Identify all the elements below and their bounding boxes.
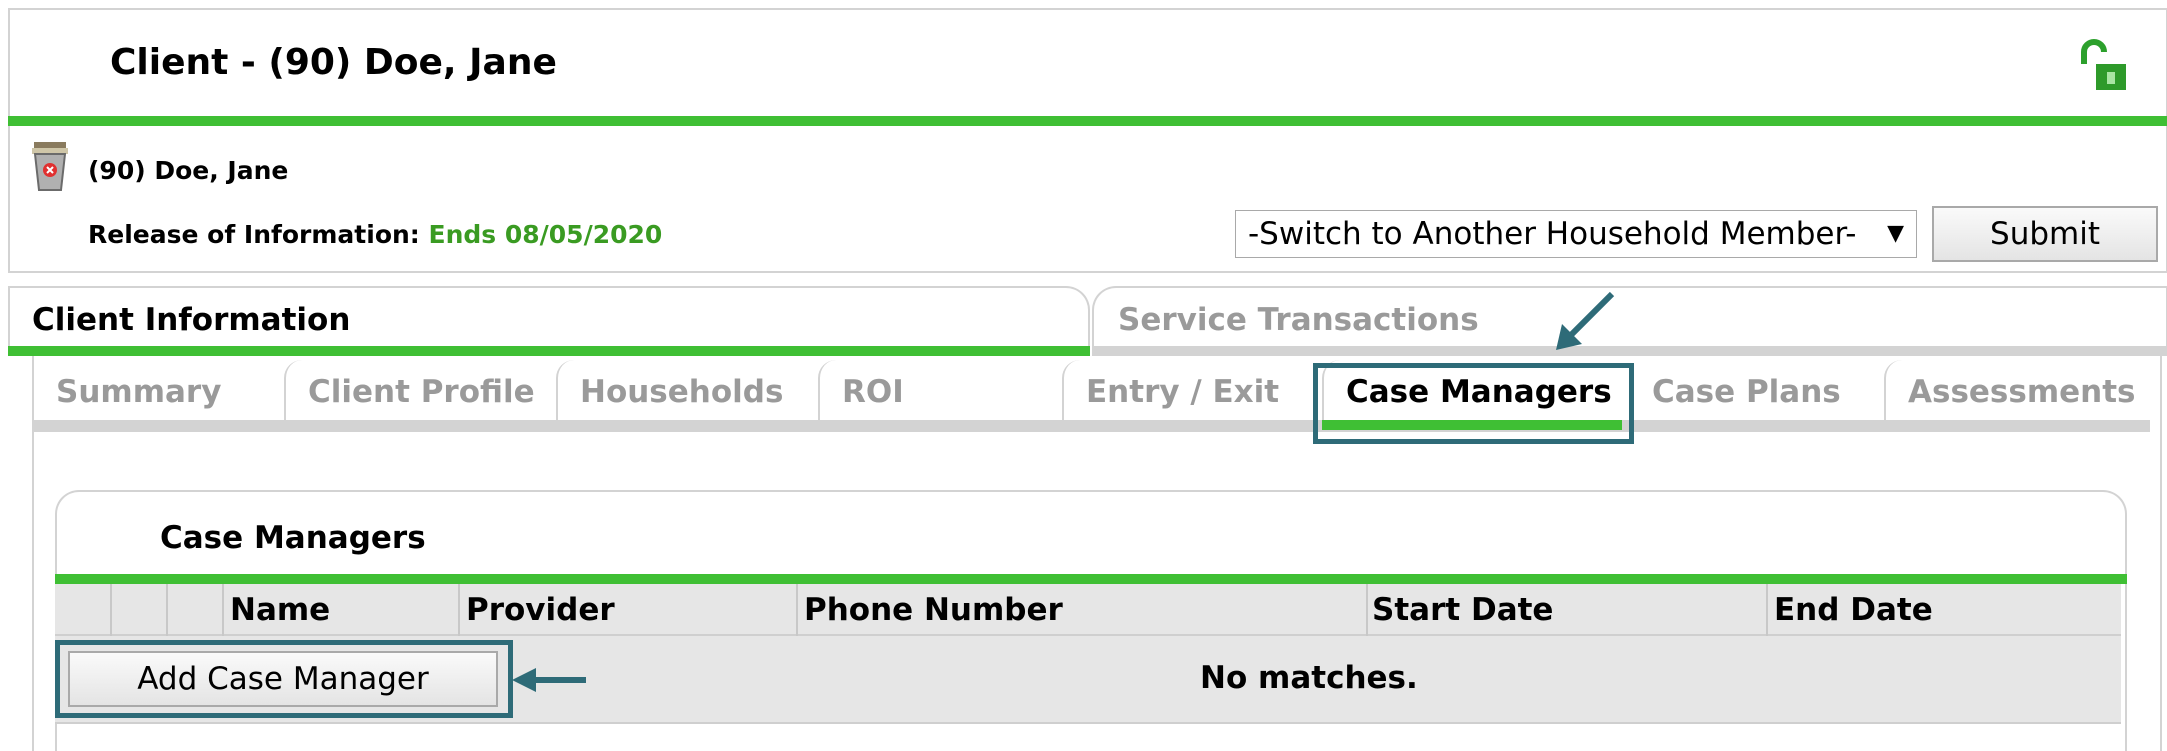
- panel-accent-line: [55, 574, 2127, 584]
- add-case-manager-button[interactable]: Add Case Manager: [68, 651, 498, 707]
- column-separator: [458, 584, 460, 636]
- column-separator: [222, 584, 224, 636]
- page-title: Client - (90) Doe, Jane: [110, 42, 557, 83]
- subtab-entry-exit[interactable]: Entry / Exit: [1062, 360, 1322, 430]
- roi-info: Release of Information: Ends 08/05/2020: [88, 220, 662, 249]
- pointer-arrow-icon: [512, 668, 586, 692]
- column-header-name[interactable]: Name: [230, 592, 330, 628]
- column-header-start-date[interactable]: Start Date: [1372, 592, 1553, 628]
- header-accent-line: [8, 116, 2167, 126]
- trash-can-icon[interactable]: [28, 138, 72, 194]
- subtab-roi[interactable]: ROI: [818, 360, 1058, 430]
- roi-value: Ends 08/05/2020: [428, 220, 663, 249]
- tab-service-transactions-label: Service Transactions: [1118, 302, 1479, 338]
- column-separator: [1366, 584, 1368, 636]
- column-separator: [110, 584, 112, 636]
- pointer-arrow-icon: [1556, 291, 1615, 350]
- case-managers-tab-highlight: [1313, 363, 1634, 444]
- column-separator: [796, 584, 798, 636]
- case-managers-title: Case Managers: [160, 520, 426, 556]
- subtab-case-plans[interactable]: Case Plans: [1630, 360, 1882, 430]
- column-separator: [166, 584, 168, 636]
- household-select-value: -Switch to Another Household Member-: [1248, 216, 1857, 252]
- tab-client-information-label: Client Information: [32, 302, 351, 338]
- subtab-summary[interactable]: Summary: [34, 360, 284, 430]
- subtab-client-profile[interactable]: Client Profile: [284, 360, 554, 430]
- client-name: (90) Doe, Jane: [88, 156, 289, 185]
- submit-button[interactable]: Submit: [1932, 206, 2158, 262]
- subtab-assessments[interactable]: Assessments: [1884, 360, 2152, 430]
- dropdown-arrow-icon: ▼: [1887, 221, 1904, 246]
- active-tab-underline: [8, 346, 1090, 356]
- subtab-households[interactable]: Households: [556, 360, 816, 430]
- column-header-end-date[interactable]: End Date: [1774, 592, 1933, 628]
- column-separator: [1766, 584, 1768, 636]
- column-header-phone-number[interactable]: Phone Number: [804, 592, 1063, 628]
- unlocked-padlock-icon[interactable]: [2076, 38, 2132, 94]
- roi-label: Release of Information:: [88, 220, 420, 249]
- household-member-select[interactable]: -Switch to Another Household Member- ▼: [1235, 210, 1917, 258]
- column-header-provider[interactable]: Provider: [466, 592, 615, 628]
- empty-table-message: No matches.: [1200, 660, 1418, 696]
